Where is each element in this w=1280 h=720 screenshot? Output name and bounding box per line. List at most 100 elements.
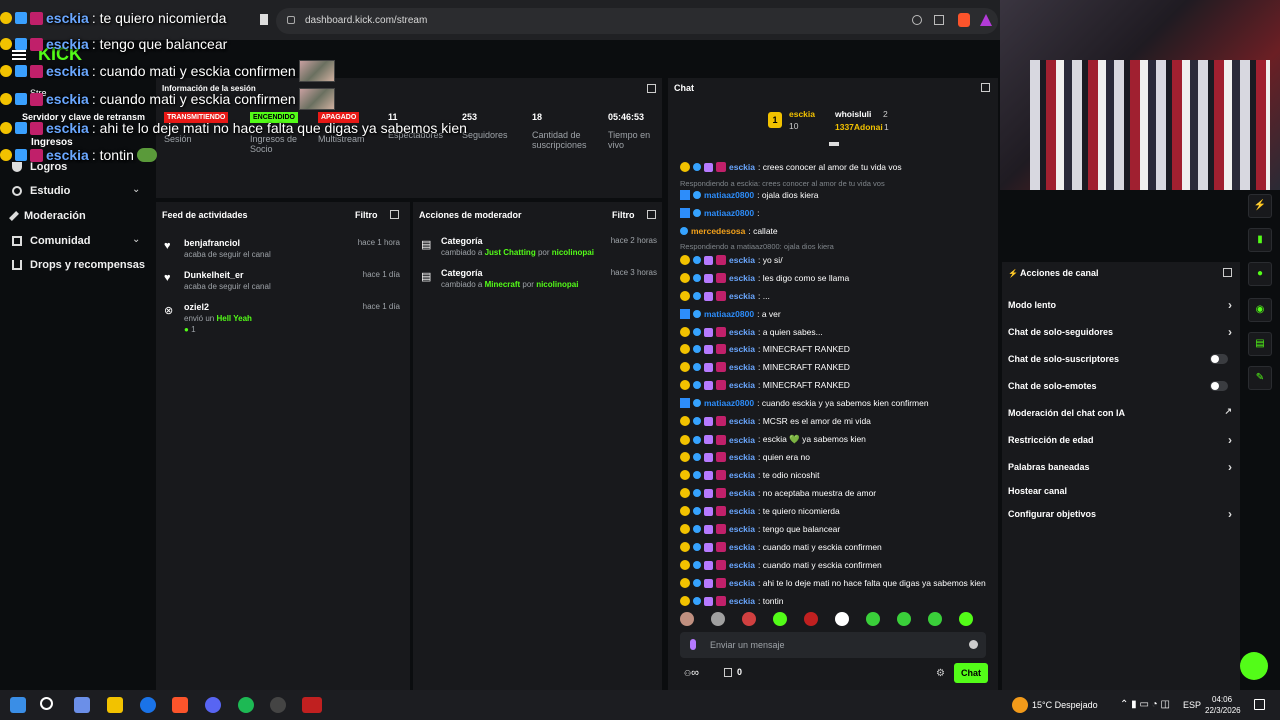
emote-button[interactable] bbox=[928, 612, 942, 626]
chat-username[interactable]: esckia bbox=[729, 362, 755, 372]
action-host-channel[interactable]: Hostear canal bbox=[1008, 486, 1232, 496]
chat-message[interactable]: esckia: MINECRAFT RANKED bbox=[680, 362, 850, 372]
mic-icon[interactable] bbox=[690, 639, 696, 650]
action-followers-only[interactable]: Chat de solo-seguidores › bbox=[1008, 325, 1232, 339]
sidebar-item-drops[interactable]: Drops y recompensas bbox=[12, 259, 145, 271]
gift-box-icon[interactable] bbox=[724, 668, 732, 677]
chat-message[interactable]: esckia: cuando mati y esckia confirmen bbox=[680, 542, 882, 552]
brave-icon[interactable] bbox=[172, 697, 188, 713]
chat-message[interactable]: esckia: a quien sabes... bbox=[680, 327, 823, 337]
chat-message[interactable]: esckia: no aceptaba muestra de amor bbox=[680, 488, 876, 498]
chat-username[interactable]: esckia bbox=[729, 560, 755, 570]
chat-message[interactable]: esckia: crees conocer al amor de tu vida… bbox=[680, 162, 902, 172]
emote-button[interactable] bbox=[804, 612, 818, 626]
chat-username[interactable]: esckia bbox=[729, 542, 755, 552]
chat-message[interactable]: esckia: MINECRAFT RANKED bbox=[680, 344, 850, 354]
sidebar-item-estudio[interactable]: Estudio bbox=[12, 185, 70, 197]
chat-username[interactable]: esckia bbox=[729, 327, 755, 337]
copilot-icon[interactable] bbox=[74, 697, 90, 713]
chat-username[interactable]: esckia bbox=[729, 470, 755, 480]
language-indicator[interactable]: ESP bbox=[1183, 700, 1201, 710]
chat-message[interactable]: esckia: MCSR es el amor de mi vida bbox=[680, 416, 871, 426]
weather-text[interactable]: 15°C Despejado bbox=[1032, 700, 1098, 710]
chat-message[interactable]: mercedesosa: callate bbox=[680, 226, 778, 236]
obs-icon[interactable] bbox=[270, 697, 286, 713]
action-emotes-only[interactable]: Chat de solo-emotes bbox=[1008, 381, 1232, 391]
tray-icons[interactable]: ⌃ ▮ ▭ ◔ ◫ bbox=[1120, 699, 1170, 710]
chat-message[interactable]: esckia: MINECRAFT RANKED bbox=[680, 380, 850, 390]
rewards-icon[interactable] bbox=[980, 14, 992, 26]
expand-icon[interactable] bbox=[647, 210, 656, 219]
quick-action-broadcast-icon[interactable]: ◉ bbox=[1248, 298, 1272, 322]
chat-message[interactable]: esckia: te odio nicoshit bbox=[680, 470, 819, 480]
chat-message[interactable]: esckia: tengo que balancear bbox=[680, 524, 840, 534]
chat-username[interactable]: esckia bbox=[729, 524, 755, 534]
chat-username[interactable]: esckia bbox=[729, 488, 755, 498]
chat-username[interactable]: mercedesosa bbox=[691, 226, 745, 236]
emote-button[interactable] bbox=[711, 612, 725, 626]
action-banned-words[interactable]: Palabras baneadas › bbox=[1008, 460, 1232, 474]
chat-input-placeholder[interactable]: Enviar un mensaje bbox=[710, 640, 785, 650]
collapse-icon[interactable] bbox=[829, 142, 839, 146]
expand-icon[interactable] bbox=[1223, 268, 1232, 277]
chat-message[interactable]: esckia: te quiero nicomierda bbox=[680, 506, 840, 516]
feed-filter-button[interactable]: Filtro bbox=[355, 210, 378, 220]
action-ai-moderation[interactable]: Moderación del chat con IA ↗ bbox=[1008, 406, 1232, 418]
chat-username[interactable]: esckia bbox=[729, 291, 755, 301]
emote-button[interactable] bbox=[959, 612, 973, 626]
chat-message[interactable]: matiaaz0800: bbox=[680, 208, 759, 218]
chat-username[interactable]: esckia bbox=[729, 416, 755, 426]
emote-button[interactable] bbox=[866, 612, 880, 626]
action-age-restriction[interactable]: Restricción de edad › bbox=[1008, 433, 1232, 447]
toggle-switch[interactable] bbox=[1210, 354, 1228, 364]
infinite-icon[interactable]: ⚇∞ bbox=[684, 667, 699, 679]
emote-button[interactable] bbox=[773, 612, 787, 626]
expand-icon[interactable] bbox=[647, 84, 656, 93]
chat-message[interactable]: esckia: ahi te lo deje mati no hace falt… bbox=[680, 578, 986, 588]
action-slow-mode[interactable]: Modo lento › bbox=[1008, 298, 1232, 312]
emote-button[interactable] bbox=[680, 612, 694, 626]
chat-username[interactable]: esckia bbox=[729, 452, 755, 462]
sidebar-item-moderacion[interactable]: Moderación bbox=[9, 210, 86, 222]
chat-message[interactable]: esckia: cuando mati y esckia confirmen bbox=[680, 560, 882, 570]
chat-username[interactable]: esckia bbox=[729, 255, 755, 265]
quick-action-chat-icon[interactable]: ● bbox=[1248, 262, 1272, 286]
quick-action-wrench-icon[interactable]: ✎ bbox=[1248, 366, 1272, 390]
clock-time[interactable]: 04:06 bbox=[1212, 695, 1232, 704]
chat-username[interactable]: esckia bbox=[729, 344, 755, 354]
chat-message[interactable]: esckia: ... bbox=[680, 291, 770, 301]
chat-username[interactable]: esckia bbox=[729, 273, 755, 283]
emote-button[interactable] bbox=[742, 612, 756, 626]
share-icon[interactable] bbox=[934, 15, 944, 25]
quick-action-bolt-icon[interactable]: ⚡ bbox=[1248, 194, 1272, 218]
discord-icon[interactable] bbox=[205, 697, 221, 713]
sidebar-item-comunidad[interactable]: Comunidad bbox=[12, 235, 91, 247]
chat-username[interactable]: matiaaz0800 bbox=[704, 208, 754, 218]
emote-button[interactable] bbox=[835, 612, 849, 626]
chevron-down-icon[interactable]: ⌄ bbox=[132, 234, 140, 245]
chat-username[interactable]: esckia bbox=[729, 578, 755, 588]
chat-message[interactable]: matiaaz0800: a ver bbox=[680, 309, 781, 319]
chat-username[interactable]: matiaaz0800 bbox=[704, 190, 754, 200]
chat-message[interactable]: matiaaz0800: cuando esckia y ya sabemos … bbox=[680, 398, 929, 408]
chat-username[interactable]: esckia bbox=[729, 162, 755, 172]
quick-action-print-icon[interactable]: ▤ bbox=[1248, 332, 1272, 356]
chat-username[interactable]: matiaaz0800 bbox=[704, 398, 754, 408]
search-icon[interactable] bbox=[40, 697, 53, 710]
chat-message[interactable]: esckia: les digo como se llama bbox=[680, 273, 849, 283]
support-icon[interactable] bbox=[1240, 652, 1268, 680]
chat-username[interactable]: esckia bbox=[729, 506, 755, 516]
chat-message[interactable]: esckia: esckia 💚 ya sabemos kien bbox=[680, 434, 866, 445]
clock-date[interactable]: 22/3/2026 bbox=[1205, 706, 1241, 715]
emote-button[interactable] bbox=[897, 612, 911, 626]
chat-message[interactable]: esckia: quien era no bbox=[680, 452, 810, 462]
expand-icon[interactable] bbox=[981, 83, 990, 92]
send-chat-button[interactable]: Chat bbox=[954, 663, 988, 683]
chat-username[interactable]: esckia bbox=[729, 435, 755, 445]
windows-start-icon[interactable] bbox=[10, 697, 26, 713]
chat-message[interactable]: esckia: yo si/ bbox=[680, 255, 783, 265]
app-icon[interactable] bbox=[302, 697, 322, 713]
spotify-icon[interactable] bbox=[238, 697, 254, 713]
edge-icon[interactable] bbox=[140, 697, 156, 713]
notification-icon[interactable] bbox=[1254, 699, 1265, 710]
